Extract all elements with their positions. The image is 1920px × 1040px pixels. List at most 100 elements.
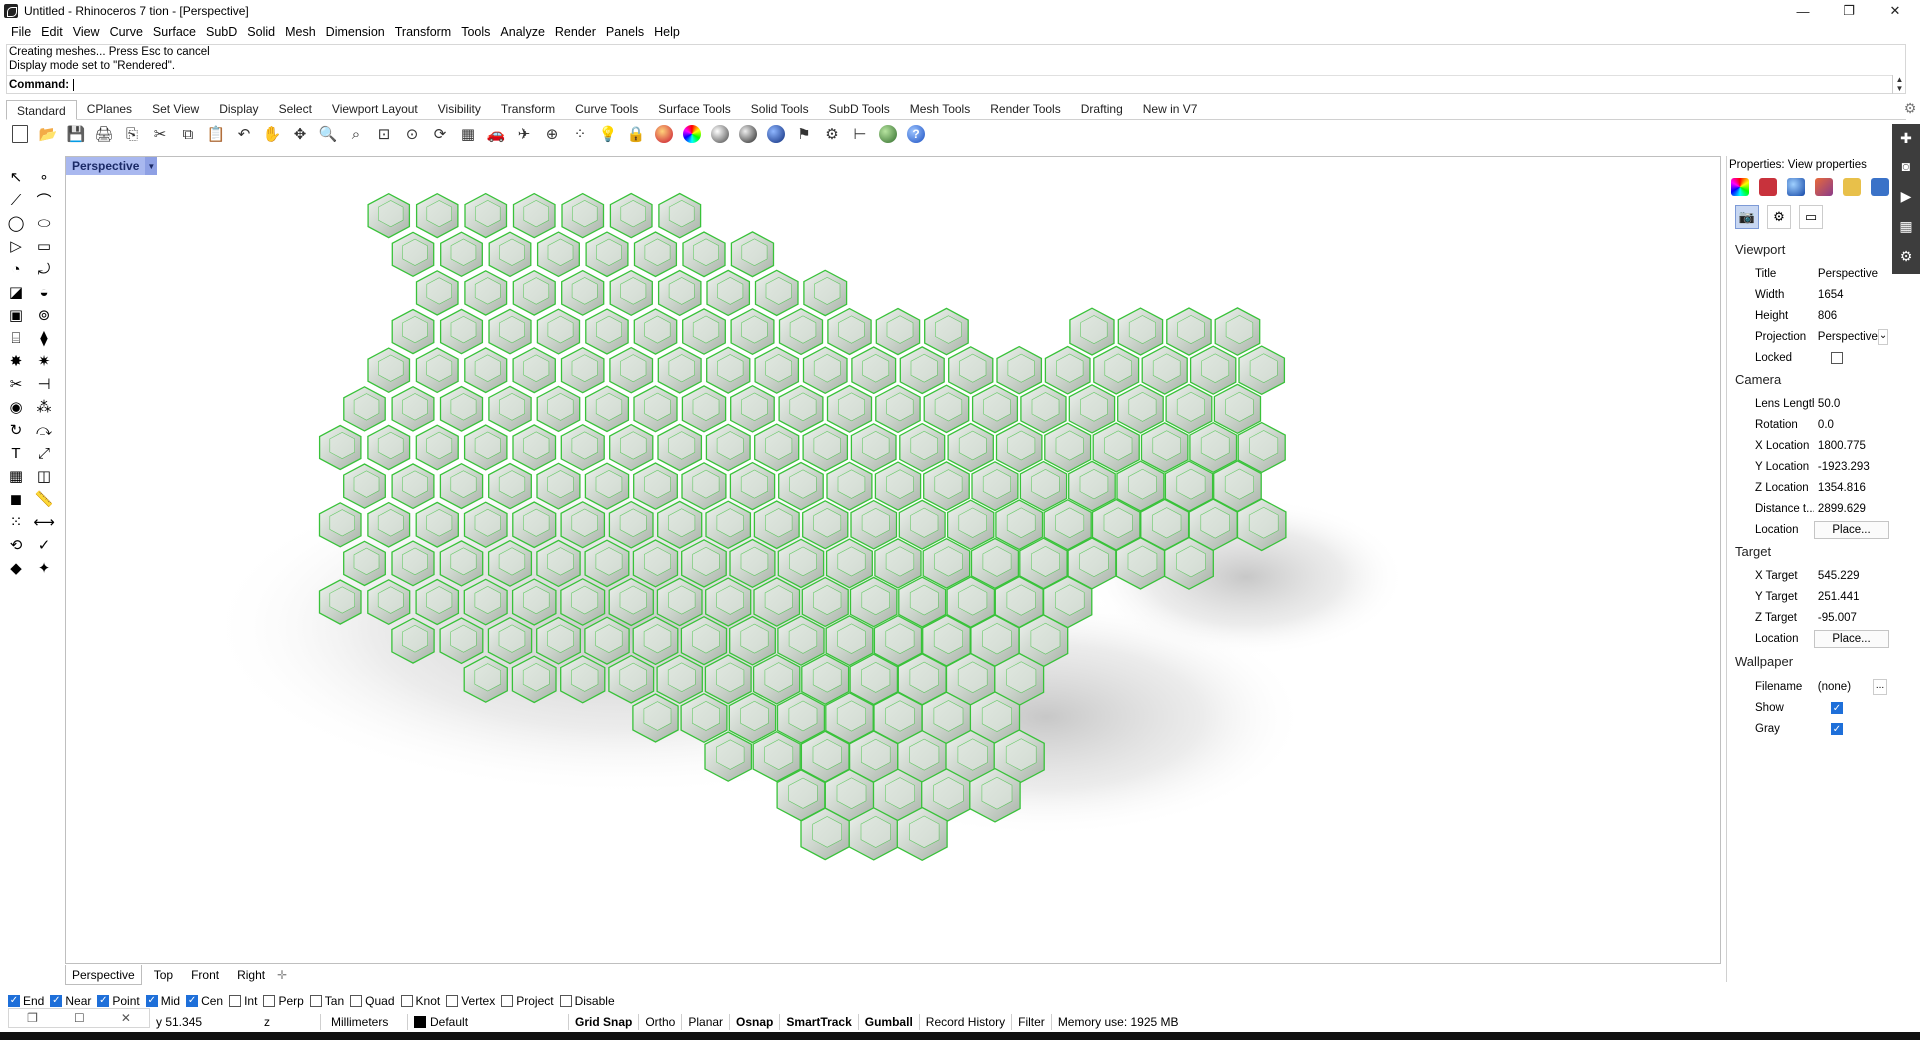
tab-new-in-v7[interactable]: New in V7 — [1133, 99, 1208, 119]
osnap-checkbox[interactable]: ✓ — [186, 994, 199, 1007]
camera-icon[interactable]: 📷 — [1735, 205, 1759, 229]
explode-icon[interactable]: ✸ — [4, 349, 28, 373]
osnap-quad[interactable]: Quad — [350, 994, 395, 1008]
grasshopper-button[interactable] — [876, 122, 900, 146]
current-layer[interactable]: Default — [408, 1012, 568, 1032]
osnap-checkbox[interactable] — [501, 994, 514, 1007]
osnap-checkbox[interactable] — [559, 994, 572, 1007]
osnap-checkbox[interactable] — [309, 994, 322, 1007]
y-target-field[interactable]: 251.441 — [1813, 588, 1889, 606]
cplane-button[interactable]: ⊕ — [540, 122, 564, 146]
flag-button[interactable]: ⚑ — [792, 122, 816, 146]
history-icon[interactable]: ⟲ — [4, 533, 28, 557]
rendered-sphere-button[interactable] — [736, 122, 760, 146]
osnap-near[interactable]: ✓ Near — [50, 994, 91, 1008]
cut-button[interactable]: ✂ — [148, 122, 172, 146]
zoom-selected-button[interactable]: ⊙ — [400, 122, 424, 146]
toolbar-settings-gear-icon[interactable]: ⚙ — [1902, 100, 1918, 116]
solid-icon[interactable]: ◼ — [4, 487, 28, 511]
shaded-sphere-button[interactable] — [708, 122, 732, 146]
polygon-icon[interactable]: ▷ — [4, 234, 28, 258]
ungroup-icon[interactable]: ⁂ — [32, 395, 56, 419]
camera-icon[interactable]: ◙ — [1896, 156, 1916, 176]
image-icon[interactable]: ▦ — [1896, 216, 1916, 236]
trim-icon[interactable]: ✂ — [4, 372, 28, 396]
box-icon[interactable]: ▣ — [4, 303, 28, 327]
osnap-knot[interactable]: Knot — [400, 994, 440, 1008]
x-target-field[interactable]: 545.229 — [1813, 567, 1889, 585]
tab-cplanes[interactable]: CPlanes — [77, 99, 142, 119]
open-button[interactable]: 📂 — [36, 122, 60, 146]
layers-icon[interactable] — [1871, 178, 1889, 196]
pan-button[interactable]: ✋ — [260, 122, 284, 146]
environment-icon[interactable] — [1787, 178, 1805, 196]
select-arrow-icon[interactable]: ↖ — [4, 165, 28, 189]
maximize-button[interactable]: ❐ — [1826, 0, 1872, 22]
toggle-ortho[interactable]: Ortho — [639, 1012, 681, 1032]
material-button[interactable] — [652, 122, 676, 146]
osnap-checkbox[interactable]: ✓ — [145, 994, 158, 1007]
menu-solid[interactable]: Solid — [242, 25, 280, 39]
tab-select[interactable]: Select — [269, 99, 322, 119]
menu-transform[interactable]: Transform — [390, 25, 457, 39]
rotate-view-button[interactable]: ⟳ — [428, 122, 452, 146]
blast-icon[interactable]: ✷ — [32, 349, 56, 373]
save-button[interactable]: 💾 — [64, 122, 88, 146]
tab-subd-tools[interactable]: SubD Tools — [819, 99, 900, 119]
tab-solid-tools[interactable]: Solid Tools — [741, 99, 819, 119]
z-target-field[interactable]: -95.007 — [1813, 609, 1889, 627]
menu-mesh[interactable]: Mesh — [280, 25, 321, 39]
tab-transform[interactable]: Transform — [491, 99, 565, 119]
lens-length-field[interactable]: 50.0 — [1813, 395, 1889, 413]
title-field[interactable]: Perspective — [1813, 265, 1889, 283]
osnap-tan[interactable]: Tan — [309, 994, 344, 1008]
settings-gear-button[interactable]: ⚙ — [820, 122, 844, 146]
circle-icon[interactable]: ◯ — [4, 211, 28, 235]
light-icon[interactable]: ✦ — [32, 556, 56, 580]
texture-icon[interactable] — [1815, 178, 1833, 196]
camera-place-button[interactable]: Place... — [1814, 521, 1889, 539]
settings-gear-icon[interactable]: ⚙ — [1896, 246, 1916, 266]
tab-mesh-tools[interactable]: Mesh Tools — [900, 99, 980, 119]
tab-curve-tools[interactable]: Curve Tools — [565, 99, 648, 119]
viewport-tab-perspective[interactable]: Perspective — [65, 965, 142, 985]
zoom-window-button[interactable]: ⌕ — [344, 122, 368, 146]
viewport-tab-top[interactable]: Top — [148, 965, 179, 985]
toggle-grid-snap[interactable]: Grid Snap — [569, 1012, 638, 1032]
menu-edit[interactable]: Edit — [36, 25, 68, 39]
material-icon[interactable]: ◆ — [4, 556, 28, 580]
command-input[interactable]: Command: — [7, 75, 1893, 94]
menu-subd[interactable]: SubD — [201, 25, 242, 39]
menu-analyze[interactable]: Analyze — [495, 25, 549, 39]
mirror-icon[interactable]: ◫ — [32, 464, 56, 488]
fillet-icon[interactable]: ⤾ — [32, 257, 56, 281]
toggle-record-history[interactable]: Record History — [920, 1012, 1011, 1032]
help-button[interactable]: ? — [904, 122, 928, 146]
toggle-osnap[interactable]: Osnap — [730, 1012, 779, 1032]
viewport-tab-right[interactable]: Right — [231, 965, 271, 985]
projection-select[interactable]: Perspective ⌄ — [1813, 328, 1889, 346]
polyline-icon[interactable]: ⟋ — [4, 188, 28, 212]
color-wheel-button[interactable] — [680, 122, 704, 146]
gray-checkbox[interactable]: ✓ — [1831, 723, 1843, 735]
point-button[interactable]: ⁘ — [568, 122, 592, 146]
measure-icon[interactable]: 📏 — [32, 487, 56, 511]
osnap-checkbox[interactable] — [446, 994, 459, 1007]
floating-window-controls[interactable]: ❐ ☐ ✕ — [8, 1008, 150, 1028]
osnap-point[interactable]: ✓ Point — [97, 994, 140, 1008]
move-button[interactable]: ✥ — [288, 122, 312, 146]
viewport-title[interactable]: Perspective ▼ — [66, 157, 158, 175]
menu-view[interactable]: View — [68, 25, 105, 39]
group-icon[interactable]: ◉ — [4, 395, 28, 419]
toggle-planar[interactable]: Planar — [682, 1012, 729, 1032]
paste-button[interactable]: 📋 — [204, 122, 228, 146]
minimize-button[interactable]: — — [1780, 0, 1826, 22]
menu-render[interactable]: Render — [550, 25, 601, 39]
copy-button[interactable]: ⧉ — [176, 122, 200, 146]
loft-icon[interactable]: ◒ — [32, 280, 56, 304]
tab-render-tools[interactable]: Render Tools — [980, 99, 1071, 119]
menu-file[interactable]: File — [6, 25, 36, 39]
undo-button[interactable]: ↶ — [232, 122, 256, 146]
text-icon[interactable]: T — [4, 441, 28, 465]
viewport-tab-front[interactable]: Front — [185, 965, 225, 985]
